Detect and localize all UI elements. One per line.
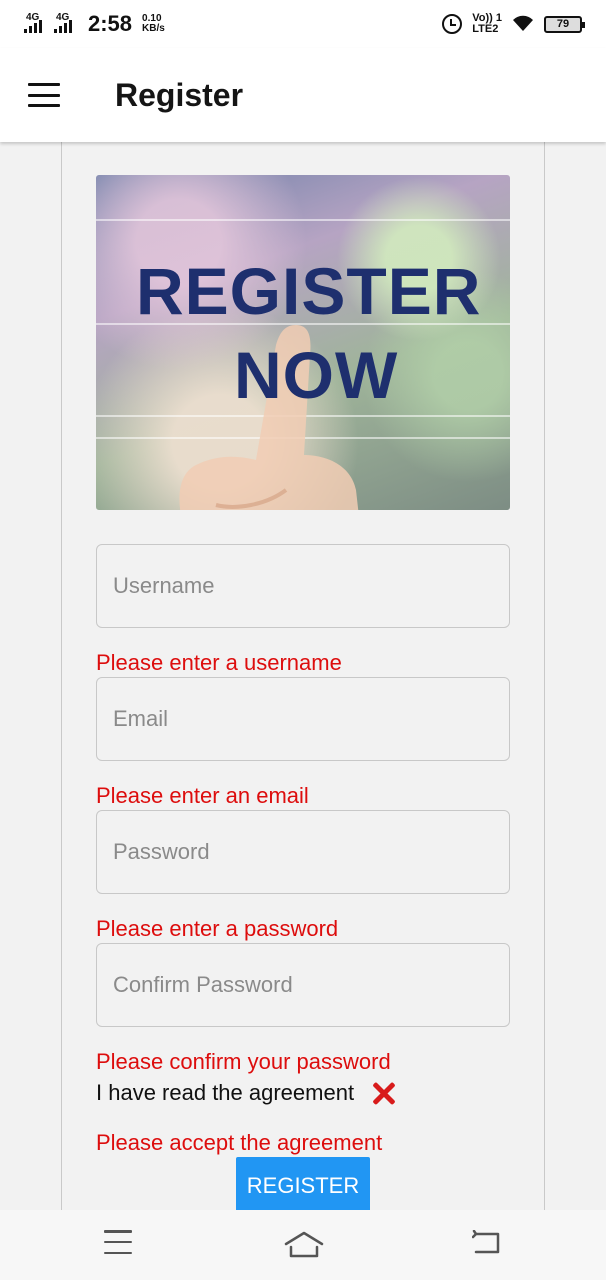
page-title: Register: [115, 76, 244, 113]
battery-icon: 79: [544, 15, 585, 33]
agreement-row[interactable]: I have read the agreement: [96, 1079, 398, 1107]
agreement-error: Please accept the agreement: [96, 1130, 383, 1155]
status-bar: 4G 4G 2:58 0.10 KB/s Vo)) 1 LTE2 79: [0, 0, 606, 48]
confirm-password-error: Please confirm your password: [96, 1049, 391, 1074]
volte-indicator: Vo)) 1 LTE2: [472, 13, 502, 35]
username-input[interactable]: [96, 544, 510, 628]
email-input[interactable]: [96, 677, 510, 761]
menu-icon[interactable]: [104, 1230, 132, 1254]
password-input[interactable]: [96, 810, 510, 894]
status-left: 4G 4G 2:58 0.10 KB/s: [24, 11, 165, 37]
signal-icon-1: 4G: [24, 13, 48, 35]
volte-bottom: LTE2: [472, 23, 499, 35]
network-speed: 0.10 KB/s: [142, 14, 165, 34]
hamburger-menu-icon[interactable]: [28, 83, 60, 107]
username-error: Please enter a username: [96, 650, 342, 675]
home-icon[interactable]: [284, 1230, 324, 1260]
system-nav-bar: [0, 1210, 606, 1280]
confirm-password-input[interactable]: [96, 943, 510, 1027]
wifi-icon: [513, 15, 533, 31]
status-right: Vo)) 1 LTE2 79: [442, 13, 585, 35]
back-icon[interactable]: [472, 1230, 502, 1256]
password-error: Please enter a password: [96, 916, 339, 941]
alarm-icon: [442, 14, 463, 34]
agreement-label: I have read the agreement: [96, 1080, 355, 1105]
speed-unit: KB/s: [142, 23, 165, 34]
banner-line-1: REGISTER: [136, 254, 482, 328]
app-bar: Register: [0, 48, 606, 142]
banner-line-2: NOW: [234, 338, 399, 412]
register-button[interactable]: REGISTER: [236, 1157, 370, 1215]
signal-icon-2: 4G: [54, 13, 78, 35]
red-x-icon[interactable]: [370, 1079, 398, 1107]
clock: 2:58: [88, 11, 133, 36]
email-error: Please enter an email: [96, 783, 309, 808]
register-now-banner: REGISTER NOW: [96, 175, 510, 510]
